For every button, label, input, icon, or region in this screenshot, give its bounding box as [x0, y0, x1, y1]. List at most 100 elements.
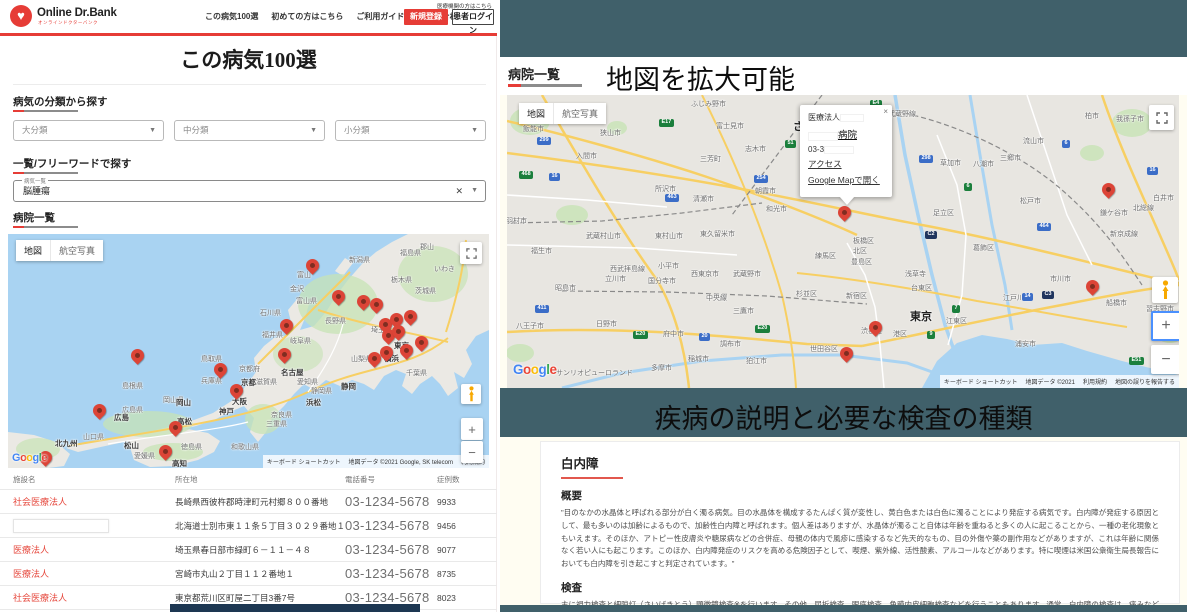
chevron-down-icon[interactable]: ▼ [471, 181, 478, 201]
category-select-2[interactable]: 小分類▼ [335, 120, 486, 141]
classification-heading: 病気の分類から探す [13, 94, 108, 109]
tokyo-area-map[interactable]: 飯能市狭山市入間市ふじみ野市富士見市志木市三芳町所沢市清瀬市朝霞市和光市武蔵村山… [507, 95, 1179, 388]
google-logo-letter: e [550, 362, 557, 377]
map-label: 世田谷区 [810, 344, 838, 354]
route-shield: 16 [1147, 167, 1158, 175]
left-webpage: ♥ Online Dr.Bank オンラインドクターバンク この病気100選初め… [0, 0, 497, 612]
hospital-list-heading: 病院一覧 [508, 64, 560, 83]
teal-band-top [500, 0, 1187, 57]
pegman-street-view[interactable] [1152, 277, 1178, 303]
facility-name-link[interactable]: 医療法人 [13, 567, 175, 580]
disease-search-field[interactable]: 病気一覧 脳腫瘍 ✕ ▼ [13, 180, 486, 202]
map-label: 松山 [124, 440, 139, 451]
case-count: 9933 [437, 497, 497, 507]
map-type-map[interactable]: 地図 [16, 240, 50, 261]
category-select-0[interactable]: 大分類▼ [13, 120, 164, 141]
nav-item-2[interactable]: ご利用ガイド [356, 11, 404, 22]
table-row: 北海道士別市東１１条５丁目３０２９番地１03-1234-56789456 [0, 514, 497, 538]
patient-login-button[interactable]: 患者ログイン [452, 9, 494, 25]
japan-map[interactable]: 郡山福島県いわき新潟県栃木県茨城県富山金沢富山県石川県長野県埼玉県福井県岐阜県山… [8, 234, 489, 468]
attribution-item-1[interactable]: 地図データ ©2021 [1022, 375, 1079, 388]
column-header-3: 症例数 [437, 474, 497, 485]
hospital-info-window[interactable]: × 医療法人 病院 03-3 アクセス Google Mapで開く [800, 105, 892, 197]
map-label: 武蔵村山市 [586, 231, 621, 241]
map-label: 島根県 [122, 381, 143, 391]
register-button[interactable]: 新規登録 [404, 9, 448, 25]
route-shield: 411 [535, 305, 549, 313]
header-accent-line [0, 33, 497, 36]
fullscreen-button[interactable] [1149, 105, 1174, 130]
nav-item-0[interactable]: この病気100選 [205, 11, 258, 22]
google-logo[interactable]: Google [513, 362, 557, 377]
zoom-out-button[interactable]: − [461, 441, 483, 463]
facility-name-link[interactable] [13, 519, 175, 533]
facility-name-link[interactable]: 医療法人 [13, 543, 175, 556]
attribution-item-3[interactable]: 地図の誤りを報告する [1111, 375, 1179, 388]
map-label: 清瀬市 [693, 194, 714, 204]
navy-divider-bar [170, 604, 420, 612]
map-label: 豊島区 [851, 257, 872, 267]
clear-icon[interactable]: ✕ [455, 181, 463, 201]
fullscreen-button[interactable] [460, 242, 482, 264]
facility-name-link[interactable]: 社会医療法人 [13, 495, 175, 508]
map-type-satellite[interactable]: 航空写真 [553, 103, 606, 124]
open-google-map-link[interactable]: Google Mapで開く [808, 174, 884, 186]
popup-phone: 03-3 [808, 145, 884, 154]
heading-underline [508, 84, 582, 87]
facility-phone: 03-1234-5678 [345, 494, 437, 509]
route-shield: 6 [964, 183, 972, 191]
chevron-down-icon: ▼ [310, 121, 317, 140]
map-type-toggle[interactable]: 地図航空写真 [519, 103, 606, 124]
info-window-tail [839, 196, 855, 205]
redacted-box [13, 519, 109, 533]
japan-map-tiles [8, 234, 489, 468]
search-value: 脳腫瘍 [23, 181, 50, 201]
map-label: 草加市 [940, 158, 961, 168]
map-type-toggle[interactable]: 地図航空写真 [16, 240, 103, 261]
route-shield: 468 [519, 171, 533, 179]
table-row: 社会医療法人長崎県西彼杵郡時津町元村郷８００番地03-1234-56789933 [0, 490, 497, 514]
pegman-icon [467, 386, 476, 402]
map-label: 狭山市 [600, 128, 621, 138]
category-select-1[interactable]: 中分類▼ [174, 120, 325, 141]
map-type-satellite[interactable]: 航空写真 [50, 240, 103, 261]
map-label: 市川市 [1050, 274, 1071, 284]
hospital-list-heading: 病院一覧 [13, 210, 55, 225]
map-label: 福井県 [262, 330, 283, 340]
map-label: 我孫子市 [1116, 114, 1144, 124]
zoom-in-button[interactable]: + [1151, 311, 1179, 341]
attribution-item-1[interactable]: 地図データ ©2021 Google, SK telecom [345, 455, 457, 468]
zoom-in-button[interactable]: + [461, 418, 483, 440]
map-label: 静岡県 [311, 386, 332, 396]
map-label: 羽村市 [507, 216, 527, 226]
map-type-map[interactable]: 地図 [519, 103, 553, 124]
map-label: 府中市 [663, 329, 684, 339]
facility-address: 東京都荒川区町屋二丁目3番7号 [175, 592, 345, 604]
medical-institution-link[interactable]: 医療機関の方はこちら [437, 2, 492, 10]
map-label: 鎌ケ谷市 [1100, 208, 1128, 218]
facility-name-link[interactable]: 社会医療法人 [13, 591, 175, 604]
map-label: 岡山 [176, 397, 191, 408]
zoom-out-button[interactable]: − [1151, 345, 1179, 374]
access-link[interactable]: アクセス [808, 158, 884, 170]
map-label: 中央線 [706, 293, 727, 303]
attribution-item-2[interactable]: 利用規約 [1079, 375, 1111, 388]
popup-hospital-link[interactable]: 病院 [808, 127, 884, 141]
map-label: 京都 [241, 377, 256, 388]
close-icon[interactable]: × [883, 107, 888, 116]
map-label: 徳島県 [181, 442, 202, 452]
map-label: 八潮市 [973, 159, 994, 169]
map-label: 東村山市 [655, 231, 683, 241]
column-header-2: 電話番号 [345, 474, 437, 485]
pegman-street-view[interactable] [461, 384, 481, 404]
table-row: 医療法人宮崎市丸山２丁目１１２番地１03-1234-56788735 [0, 562, 497, 586]
route-shield: 16 [549, 173, 560, 181]
map-label: 茨城県 [415, 286, 436, 296]
google-logo[interactable]: Google [12, 452, 47, 464]
map-label: いわき [434, 264, 455, 274]
map-label: 武蔵野市 [733, 269, 761, 279]
route-shield: E20 [755, 325, 770, 333]
route-shield: 298 [919, 155, 933, 163]
heart-logo-icon: ♥ [10, 5, 32, 27]
nav-item-1[interactable]: 初めての方はこちら [271, 11, 343, 22]
